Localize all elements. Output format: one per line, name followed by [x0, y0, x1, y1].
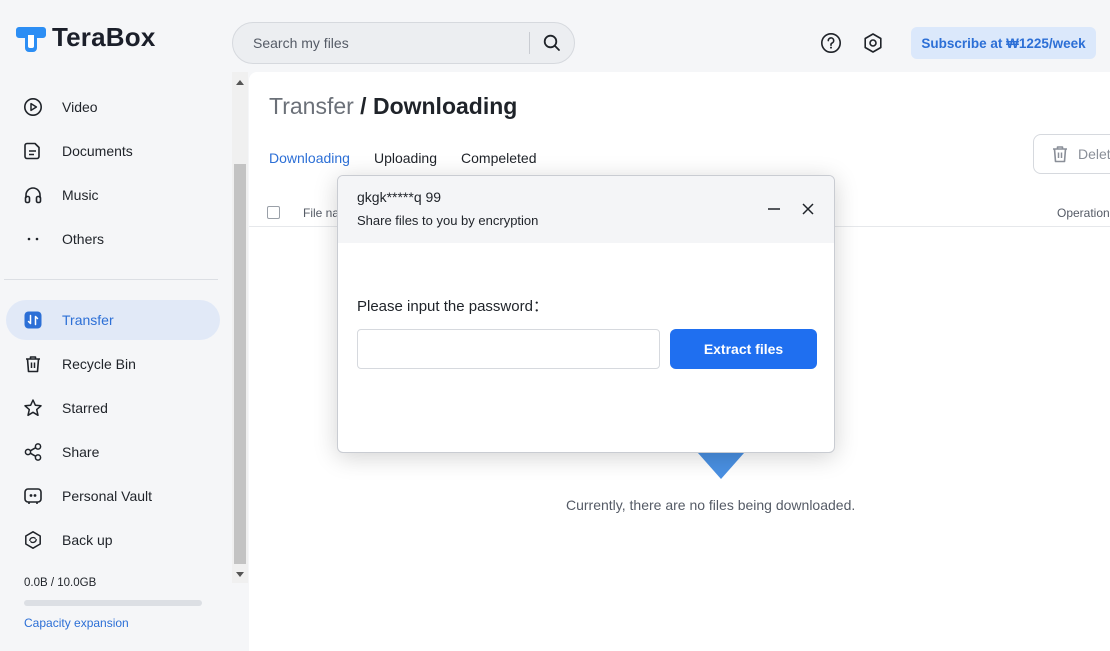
top-bar: TeraBox Subscribe at ₩1225/week [0, 0, 1110, 72]
sidebar-item-label: Personal Vault [62, 488, 153, 504]
transfer-tabs: Downloading Uploading Compeleted [269, 150, 537, 166]
sidebar-item-share[interactable]: Share [6, 432, 220, 472]
delete-button[interactable]: Delet [1033, 134, 1110, 174]
sidebar-item-recycle-bin[interactable]: Recycle Bin [6, 344, 220, 384]
tab-completed[interactable]: Compeleted [461, 150, 537, 166]
sidebar-item-label: Recycle Bin [62, 356, 136, 372]
extract-password-dialog: gkgk*****q 99 Share files to you by encr… [337, 175, 835, 453]
empty-state-text: Currently, there are no files being down… [566, 497, 856, 513]
breadcrumb-separator: / [353, 93, 373, 119]
sidebar-item-label: Documents [62, 143, 133, 159]
search-icon [543, 34, 560, 51]
column-header-operation: Operation [1057, 206, 1110, 220]
sidebar-item-label: Back up [62, 532, 113, 548]
close-icon[interactable] [800, 201, 816, 217]
select-all-checkbox[interactable] [267, 206, 280, 219]
password-input[interactable] [357, 329, 660, 369]
extract-files-button[interactable]: Extract files [670, 329, 817, 369]
sidebar-item-label: Others [62, 231, 105, 247]
sidebar-item-label: Transfer [62, 312, 114, 328]
sidebar-item-video[interactable]: Video [6, 87, 220, 127]
delete-button-label: Delet [1078, 146, 1110, 162]
search-button[interactable] [530, 23, 574, 63]
search-input[interactable] [233, 35, 529, 51]
minimize-icon[interactable] [766, 201, 782, 217]
headphones-icon [22, 184, 44, 206]
scroll-down-arrow-icon[interactable] [236, 572, 244, 577]
settings-icon[interactable] [862, 32, 884, 54]
sidebar-item-label: Video [62, 99, 98, 115]
sidebar-item-others[interactable]: Others [6, 219, 220, 259]
sidebar-item-personal-vault[interactable]: Personal Vault [6, 476, 220, 516]
sidebar-item-documents[interactable]: Documents [6, 131, 220, 171]
video-icon [22, 96, 44, 118]
share-icon [22, 441, 44, 463]
dialog-header: gkgk*****q 99 Share files to you by encr… [338, 176, 834, 243]
tab-uploading[interactable]: Uploading [374, 150, 437, 166]
trash-icon [1053, 146, 1067, 163]
more-icon [22, 228, 44, 250]
capacity-expansion-link[interactable]: Capacity expansion [24, 616, 129, 630]
scroll-up-arrow-icon[interactable] [236, 80, 244, 85]
column-header-filename[interactable]: File na [303, 206, 339, 220]
dialog-subtitle: Share files to you by encryption [357, 213, 539, 228]
sidebar-item-starred[interactable]: Starred [6, 388, 220, 428]
storage-usage-text: 0.0B / 10.0GB [24, 577, 97, 589]
scroll-thumb[interactable] [234, 164, 246, 564]
terabox-logo-icon [16, 26, 46, 52]
empty-state-icon [698, 453, 744, 479]
sidebar-item-label: Starred [62, 400, 108, 416]
vault-icon [22, 485, 44, 507]
sidebar-item-back-up[interactable]: Back up [6, 520, 220, 560]
document-icon [22, 140, 44, 162]
sidebar-scrollbar[interactable] [232, 72, 248, 583]
storage-usage-bar [24, 600, 202, 606]
sidebar: Video Documents Music Others Transfer Re… [0, 72, 232, 651]
sidebar-item-label: Music [62, 187, 99, 203]
help-icon[interactable] [820, 32, 842, 54]
subscribe-button[interactable]: Subscribe at ₩1225/week [911, 27, 1096, 59]
breadcrumb-current: Downloading [372, 93, 518, 119]
search-bar [232, 22, 575, 64]
app-name: TeraBox [52, 22, 156, 52]
sidebar-item-music[interactable]: Music [6, 175, 220, 215]
transfer-icon [22, 309, 44, 331]
sidebar-item-transfer[interactable]: Transfer [6, 300, 220, 340]
trash-icon [22, 353, 44, 375]
backup-icon [22, 529, 44, 551]
star-icon [22, 397, 44, 419]
password-label: Please input the password： [357, 298, 548, 315]
sidebar-divider [4, 279, 218, 280]
page-title: Transfer / Downloading [269, 93, 517, 120]
breadcrumb-transfer[interactable]: Transfer [269, 93, 354, 119]
sidebar-item-label: Share [62, 444, 100, 460]
tab-downloading[interactable]: Downloading [269, 150, 350, 166]
dialog-title: gkgk*****q 99 [357, 189, 442, 205]
terabox-logo[interactable]: TeraBox [16, 22, 156, 53]
